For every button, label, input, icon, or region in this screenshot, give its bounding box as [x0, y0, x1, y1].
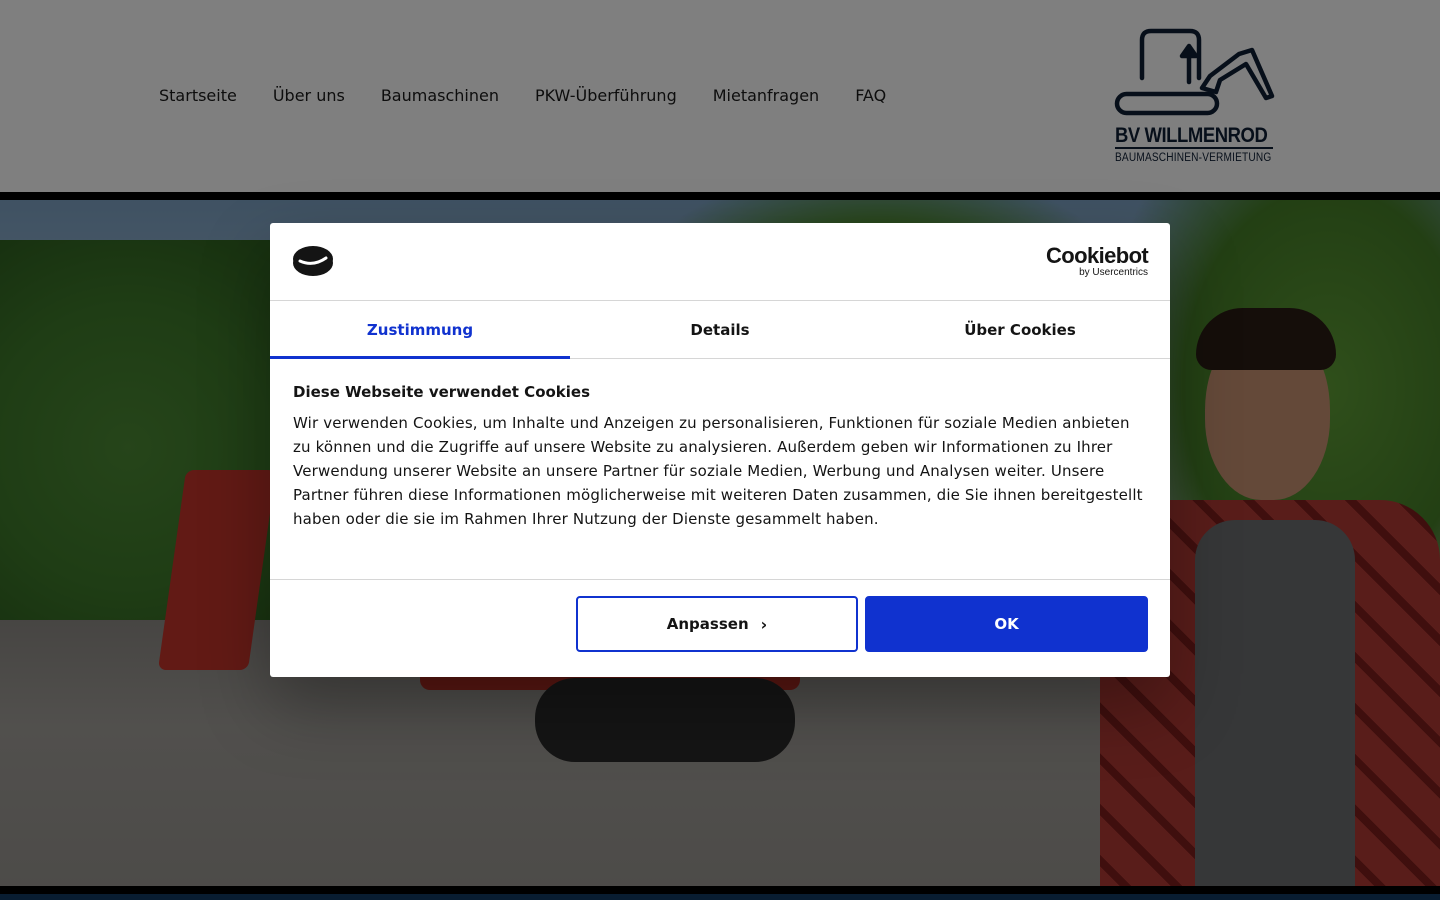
dialog-content: Diese Webseite verwendet Cookies Wir ver… — [293, 383, 1149, 531]
dialog-footer: Anpassen › OK — [270, 579, 1170, 678]
chevron-right-icon: › — [760, 615, 768, 634]
ok-button-label: OK — [994, 615, 1019, 633]
cookiebot-brand[interactable]: Cookiebot by Usercentrics — [1046, 243, 1149, 279]
dialog-heading: Diese Webseite verwendet Cookies — [293, 383, 591, 401]
ok-button[interactable]: OK — [865, 596, 1148, 652]
cookie-icon — [293, 246, 333, 276]
dialog-header: Cookiebot by Usercentrics — [270, 223, 1170, 301]
dialog-tabs: Zustimmung Details Über Cookies — [270, 301, 1170, 359]
tab-zustimmung[interactable]: Zustimmung — [270, 301, 570, 359]
tab-details[interactable]: Details — [570, 301, 870, 358]
cookiebot-brand-by: by Usercentrics — [1079, 267, 1148, 278]
customize-button-label: Anpassen — [666, 615, 749, 633]
cookie-consent-dialog: Cookiebot by Usercentrics Zustimmung Det… — [270, 223, 1170, 677]
customize-button[interactable]: Anpassen › — [576, 596, 858, 652]
tab-ueber-cookies[interactable]: Über Cookies — [870, 301, 1170, 358]
dialog-body-text: Wir verwenden Cookies, um Inhalte und An… — [293, 414, 1143, 528]
cookiebot-brand-name: Cookiebot — [1046, 243, 1149, 268]
